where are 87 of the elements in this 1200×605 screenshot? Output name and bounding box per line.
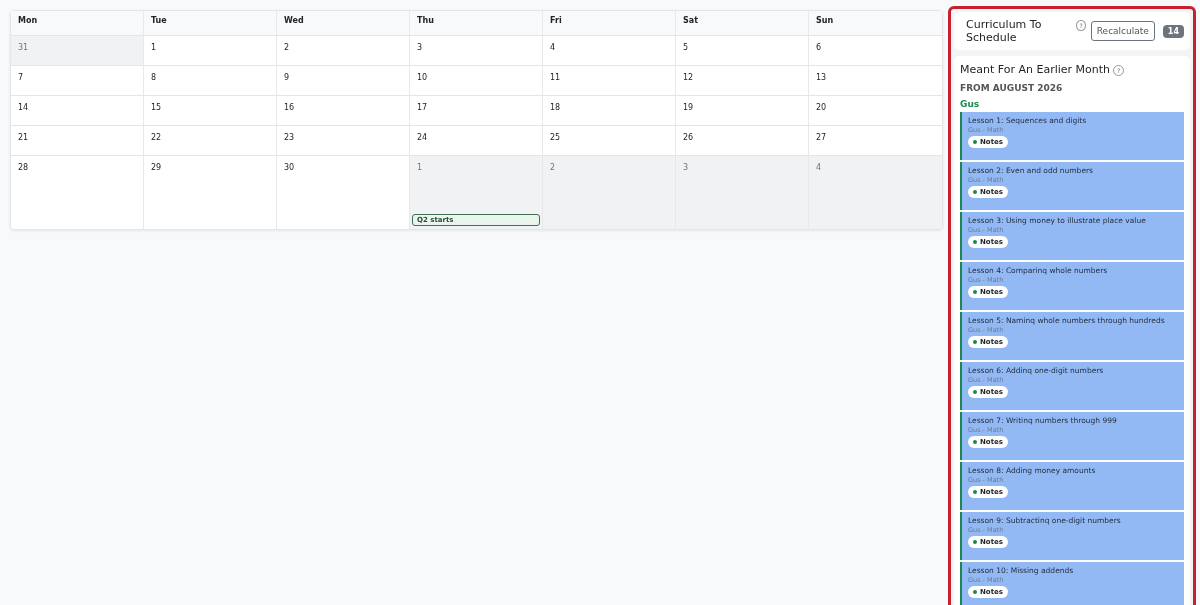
day-number: 16	[284, 103, 296, 112]
day-cell[interactable]: 2	[277, 36, 410, 66]
weekday-header: Sun	[809, 11, 942, 36]
day-number: 22	[151, 133, 163, 142]
dot-icon	[973, 540, 977, 544]
dot-icon	[973, 590, 977, 594]
day-number: 5	[683, 43, 690, 52]
day-number: 26	[683, 133, 695, 142]
day-cell[interactable]: 15	[144, 96, 277, 126]
day-cell[interactable]: 10	[410, 66, 543, 96]
dot-icon	[973, 140, 977, 144]
student-name: Gus	[960, 99, 981, 109]
weekday-header: Wed	[277, 11, 410, 36]
day-cell[interactable]: 16	[277, 96, 410, 126]
day-number: 4	[816, 163, 823, 172]
day-number: 19	[683, 103, 695, 112]
day-cell[interactable]: 3	[410, 36, 543, 66]
day-cell[interactable]: 31	[11, 36, 144, 66]
panel-title: Curriculum To Schedule	[966, 18, 1043, 44]
day-number: 28	[18, 163, 30, 172]
day-number: 1	[417, 163, 424, 172]
day-number: 21	[18, 133, 30, 142]
day-cell[interactable]: 4	[543, 36, 676, 66]
day-cell[interactable]: 5	[676, 36, 809, 66]
day-number: 2	[550, 163, 557, 172]
day-number: 6	[816, 43, 823, 52]
day-cell[interactable]: 20	[809, 96, 942, 126]
day-number: 1	[151, 43, 158, 52]
day-cell[interactable]: 19	[676, 96, 809, 126]
day-cell[interactable]: 3	[676, 156, 809, 229]
day-number: 17	[417, 103, 429, 112]
section-title: Meant For An Earlier Month	[960, 63, 1111, 76]
day-cell[interactable]: 29	[144, 156, 277, 229]
dot-icon	[973, 240, 977, 244]
day-cell[interactable]: 2	[543, 156, 676, 229]
count-badge: 14	[1162, 24, 1184, 38]
day-number: 29	[151, 163, 163, 172]
month-label: FROM AUGUST 2026	[960, 83, 1064, 93]
day-cell[interactable]: 9	[277, 66, 410, 96]
day-cell[interactable]: 1	[144, 36, 277, 66]
day-number: 23	[284, 133, 296, 142]
day-number: 30	[284, 163, 296, 172]
day-number: 11	[550, 73, 562, 82]
day-cell[interactable]: 14	[11, 96, 144, 126]
day-number: 18	[550, 103, 562, 112]
day-number: 9	[284, 73, 291, 82]
day-cell[interactable]: 21	[11, 126, 144, 156]
day-number: 25	[550, 133, 562, 142]
day-number: 24	[417, 133, 429, 142]
day-number: 20	[816, 103, 828, 112]
weekday-header: Fri	[543, 11, 676, 36]
day-number: 27	[816, 133, 828, 142]
day-number: 8	[151, 73, 158, 82]
dot-icon	[973, 340, 977, 344]
day-number: 12	[683, 73, 695, 82]
recalculate-button[interactable]: Recalculate	[1090, 21, 1155, 41]
weekday-header: Mon	[11, 11, 144, 36]
day-number: 4	[550, 43, 557, 52]
day-cell[interactable]: 4	[809, 156, 942, 229]
day-number: 10	[417, 73, 429, 82]
day-cell[interactable]: 23	[277, 126, 410, 156]
day-cell[interactable]: 22	[144, 126, 277, 156]
day-number: 15	[151, 103, 163, 112]
day-cell[interactable]: 28	[11, 156, 144, 229]
weekday-header: Thu	[410, 11, 543, 36]
dot-icon	[973, 290, 977, 294]
day-number: 14	[18, 103, 30, 112]
day-cell[interactable]: 6	[809, 36, 942, 66]
day-cell[interactable]: 17	[410, 96, 543, 126]
dot-icon	[973, 490, 977, 494]
day-cell[interactable]: 7	[11, 66, 144, 96]
dot-icon	[973, 190, 977, 194]
day-cell[interactable]: 13	[809, 66, 942, 96]
day-cell[interactable]: 12	[676, 66, 809, 96]
dot-icon	[973, 390, 977, 394]
day-number: 31	[18, 43, 30, 52]
day-number: 3	[683, 163, 690, 172]
day-number: 13	[816, 73, 828, 82]
day-number: 7	[18, 73, 25, 82]
day-cell[interactable]: 8	[144, 66, 277, 96]
weekday-header: Sat	[676, 11, 809, 36]
weekday-header: Tue	[144, 11, 277, 36]
day-number: 2	[284, 43, 291, 52]
dot-icon	[973, 440, 977, 444]
day-number: 3	[417, 43, 424, 52]
day-cell[interactable]: 11	[543, 66, 676, 96]
day-cell[interactable]: 18	[543, 96, 676, 126]
